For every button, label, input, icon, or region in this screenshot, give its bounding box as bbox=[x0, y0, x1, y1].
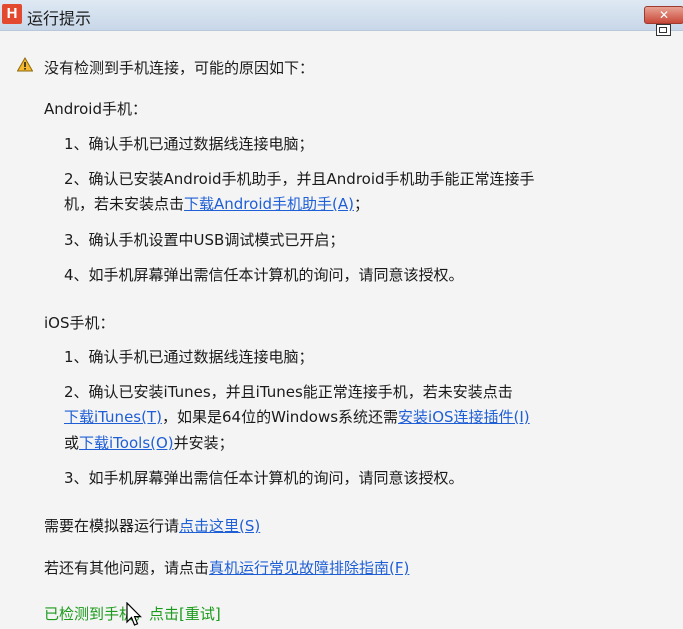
download-itools-link[interactable]: 下载iTools(O) bbox=[79, 434, 174, 452]
android-item-4: 4、如手机屏幕弹出需信任本计算机的询问，请同意该授权。 bbox=[64, 266, 464, 284]
android-item-2-line-1: 2、确认已安装Android手机助手，并且Android手机助手能正常连接手 bbox=[64, 170, 535, 188]
ios-item-2-line-3: 或下载iTools(O)并安装； bbox=[64, 432, 234, 453]
android-item-3: 3、确认手机设置中USB调试模式已开启； bbox=[64, 231, 345, 249]
warning-icon bbox=[17, 57, 33, 72]
app-logo-icon: H bbox=[2, 4, 22, 24]
restore-icon[interactable] bbox=[656, 24, 671, 36]
ios-heading: iOS手机： bbox=[44, 314, 115, 332]
window-title: 运行提示 bbox=[27, 9, 92, 28]
download-itunes-link[interactable]: 下载iTunes(T) bbox=[64, 408, 162, 426]
ios-item-1: 1、确认手机已通过数据线连接电脑； bbox=[64, 348, 314, 366]
android-item-2-prefix: 机，若未安装点击 bbox=[64, 195, 185, 213]
android-item-2-suffix: ； bbox=[353, 195, 369, 213]
header-message: 没有检测到手机连接，可能的原因如下： bbox=[44, 59, 315, 77]
ios-item-2-end: 并安装； bbox=[173, 434, 234, 452]
emulator-line: 需要在模拟器运行请点击这里(S) bbox=[44, 515, 260, 536]
mouse-cursor-icon bbox=[126, 602, 142, 626]
android-item-1: 1、确认手机已通过数据线连接电脑； bbox=[64, 135, 314, 153]
help-line: 若还有其他问题，请点击真机运行常见故障排除指南(F) bbox=[44, 557, 409, 578]
emulator-run-link[interactable]: 点击这里(S) bbox=[179, 517, 260, 535]
install-ios-plugin-link[interactable]: 安装iOS连接插件(I) bbox=[398, 408, 530, 426]
emulator-prefix: 需要在模拟器运行请 bbox=[44, 517, 180, 535]
android-item-2-line-2: 机，若未安装点击下载Android手机助手(A)； bbox=[64, 193, 369, 214]
ios-item-2-line-2: 下载iTunes(T)，如果是64位的Windows系统还需安装iOS连接插件(… bbox=[64, 406, 530, 427]
ios-item-2-or: 或 bbox=[64, 434, 80, 452]
help-prefix: 若还有其他问题，请点击 bbox=[44, 559, 210, 577]
android-heading: Android手机： bbox=[44, 100, 147, 118]
title-bar: H 运行提示 ✕ bbox=[0, 0, 683, 31]
ios-item-2-line-1: 2、确认已安装iTunes，并且iTunes能正常连接手机，若未安装点击 bbox=[64, 383, 513, 401]
download-android-assistant-link[interactable]: 下载Android手机助手(A) bbox=[184, 195, 354, 213]
ios-item-3: 3、如手机屏幕弹出需信任本计算机的询问，请同意该授权。 bbox=[64, 469, 464, 487]
close-button[interactable]: ✕ bbox=[644, 6, 683, 24]
ios-item-2-mid: ，如果是64位的Windows系统还需 bbox=[161, 408, 399, 426]
troubleshooting-guide-link[interactable]: 真机运行常见故障排除指南(F) bbox=[209, 559, 409, 577]
